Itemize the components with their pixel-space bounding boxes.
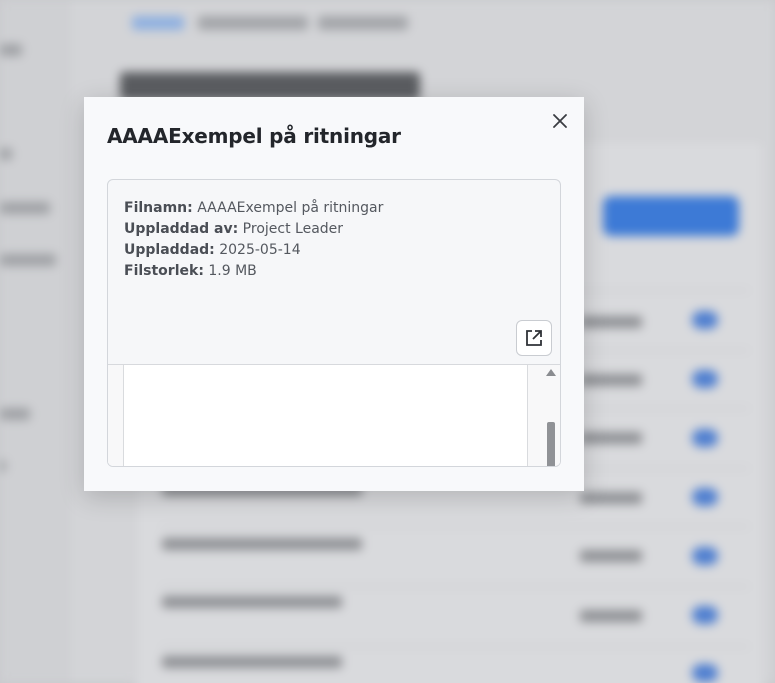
close-button[interactable] <box>548 109 572 133</box>
background-sidebar <box>0 0 68 683</box>
meta-label: Filnamn: <box>124 200 193 216</box>
file-metadata: Filnamn: AAAAExempel på ritningar Upplad… <box>124 198 383 282</box>
meta-value: AAAAExempel på ritningar <box>197 200 384 216</box>
meta-value: 2025-05-14 <box>219 242 301 258</box>
meta-uploaded-by: Uppladdad av: Project Leader <box>124 219 383 240</box>
meta-label: Filstorlek: <box>124 263 204 279</box>
file-viewer: Filnamn: AAAAExempel på ritningar Upplad… <box>107 179 561 467</box>
document-preview-frame[interactable] <box>108 364 560 466</box>
meta-uploaded-date: Uppladdad: 2025-05-14 <box>124 240 383 261</box>
close-icon <box>553 114 567 128</box>
meta-value: Project Leader <box>242 221 344 237</box>
file-preview-modal: AAAAExempel på ritningar Filnamn: AAAAEx… <box>84 97 584 491</box>
meta-filename: Filnamn: AAAAExempel på ritningar <box>124 198 383 219</box>
open-external-icon <box>526 330 542 346</box>
preview-scrollbar[interactable] <box>527 365 560 466</box>
modal-title: AAAAExempel på ritningar <box>107 124 401 148</box>
open-in-new-tab-button[interactable] <box>516 320 552 356</box>
meta-label: Uppladdad av: <box>124 221 239 237</box>
meta-value: 1.9 MB <box>208 263 257 279</box>
scroll-up-arrow-icon[interactable] <box>546 369 556 376</box>
scrollbar-thumb[interactable] <box>547 422 555 466</box>
preview-left-gutter <box>108 365 124 466</box>
meta-filesize: Filstorlek: 1.9 MB <box>124 261 383 282</box>
meta-label: Uppladdad: <box>124 242 215 258</box>
